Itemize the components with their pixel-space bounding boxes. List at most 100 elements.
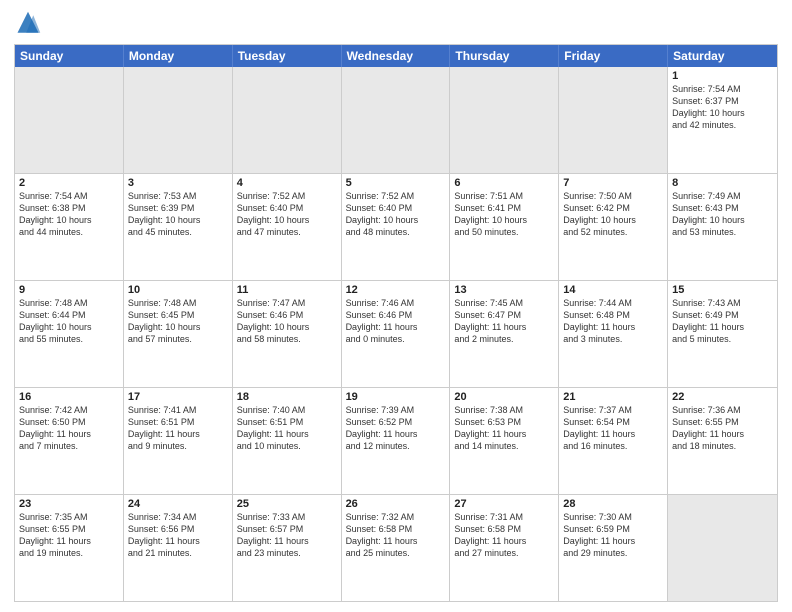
cell-info: Sunrise: 7:32 AM Sunset: 6:58 PM Dayligh… — [346, 511, 446, 560]
calendar-cell — [559, 67, 668, 173]
calendar-row-2: 9Sunrise: 7:48 AM Sunset: 6:44 PM Daylig… — [15, 281, 777, 388]
calendar-cell: 12Sunrise: 7:46 AM Sunset: 6:46 PM Dayli… — [342, 281, 451, 387]
header — [14, 10, 778, 38]
cell-info: Sunrise: 7:46 AM Sunset: 6:46 PM Dayligh… — [346, 297, 446, 346]
calendar-cell: 5Sunrise: 7:52 AM Sunset: 6:40 PM Daylig… — [342, 174, 451, 280]
calendar-cell: 2Sunrise: 7:54 AM Sunset: 6:38 PM Daylig… — [15, 174, 124, 280]
day-number: 24 — [128, 498, 228, 510]
calendar-cell: 28Sunrise: 7:30 AM Sunset: 6:59 PM Dayli… — [559, 495, 668, 601]
day-number: 1 — [672, 70, 773, 82]
cell-info: Sunrise: 7:43 AM Sunset: 6:49 PM Dayligh… — [672, 297, 773, 346]
day-number: 11 — [237, 284, 337, 296]
cell-info: Sunrise: 7:49 AM Sunset: 6:43 PM Dayligh… — [672, 190, 773, 239]
cell-info: Sunrise: 7:54 AM Sunset: 6:38 PM Dayligh… — [19, 190, 119, 239]
cell-info: Sunrise: 7:45 AM Sunset: 6:47 PM Dayligh… — [454, 297, 554, 346]
calendar-header: SundayMondayTuesdayWednesdayThursdayFrid… — [15, 45, 777, 67]
day-number: 9 — [19, 284, 119, 296]
calendar-cell: 20Sunrise: 7:38 AM Sunset: 6:53 PM Dayli… — [450, 388, 559, 494]
day-header-wednesday: Wednesday — [342, 45, 451, 67]
day-number: 26 — [346, 498, 446, 510]
cell-info: Sunrise: 7:53 AM Sunset: 6:39 PM Dayligh… — [128, 190, 228, 239]
cell-info: Sunrise: 7:31 AM Sunset: 6:58 PM Dayligh… — [454, 511, 554, 560]
day-number: 2 — [19, 177, 119, 189]
day-number: 27 — [454, 498, 554, 510]
cell-info: Sunrise: 7:40 AM Sunset: 6:51 PM Dayligh… — [237, 404, 337, 453]
day-header-saturday: Saturday — [668, 45, 777, 67]
day-header-thursday: Thursday — [450, 45, 559, 67]
cell-info: Sunrise: 7:33 AM Sunset: 6:57 PM Dayligh… — [237, 511, 337, 560]
calendar-cell: 16Sunrise: 7:42 AM Sunset: 6:50 PM Dayli… — [15, 388, 124, 494]
calendar-cell: 25Sunrise: 7:33 AM Sunset: 6:57 PM Dayli… — [233, 495, 342, 601]
calendar-cell: 23Sunrise: 7:35 AM Sunset: 6:55 PM Dayli… — [15, 495, 124, 601]
cell-info: Sunrise: 7:47 AM Sunset: 6:46 PM Dayligh… — [237, 297, 337, 346]
cell-info: Sunrise: 7:51 AM Sunset: 6:41 PM Dayligh… — [454, 190, 554, 239]
calendar-cell: 24Sunrise: 7:34 AM Sunset: 6:56 PM Dayli… — [124, 495, 233, 601]
calendar-row-3: 16Sunrise: 7:42 AM Sunset: 6:50 PM Dayli… — [15, 388, 777, 495]
day-number: 12 — [346, 284, 446, 296]
cell-info: Sunrise: 7:30 AM Sunset: 6:59 PM Dayligh… — [563, 511, 663, 560]
day-number: 4 — [237, 177, 337, 189]
day-number: 5 — [346, 177, 446, 189]
cell-info: Sunrise: 7:36 AM Sunset: 6:55 PM Dayligh… — [672, 404, 773, 453]
cell-info: Sunrise: 7:44 AM Sunset: 6:48 PM Dayligh… — [563, 297, 663, 346]
calendar-cell: 9Sunrise: 7:48 AM Sunset: 6:44 PM Daylig… — [15, 281, 124, 387]
cell-info: Sunrise: 7:35 AM Sunset: 6:55 PM Dayligh… — [19, 511, 119, 560]
calendar-cell — [668, 495, 777, 601]
calendar-cell — [233, 67, 342, 173]
day-number: 8 — [672, 177, 773, 189]
calendar-row-1: 2Sunrise: 7:54 AM Sunset: 6:38 PM Daylig… — [15, 174, 777, 281]
day-number: 16 — [19, 391, 119, 403]
calendar-cell: 17Sunrise: 7:41 AM Sunset: 6:51 PM Dayli… — [124, 388, 233, 494]
cell-info: Sunrise: 7:39 AM Sunset: 6:52 PM Dayligh… — [346, 404, 446, 453]
day-header-sunday: Sunday — [15, 45, 124, 67]
day-number: 20 — [454, 391, 554, 403]
calendar-cell: 27Sunrise: 7:31 AM Sunset: 6:58 PM Dayli… — [450, 495, 559, 601]
calendar-cell: 19Sunrise: 7:39 AM Sunset: 6:52 PM Dayli… — [342, 388, 451, 494]
cell-info: Sunrise: 7:54 AM Sunset: 6:37 PM Dayligh… — [672, 83, 773, 132]
calendar-cell: 18Sunrise: 7:40 AM Sunset: 6:51 PM Dayli… — [233, 388, 342, 494]
day-header-friday: Friday — [559, 45, 668, 67]
day-number: 10 — [128, 284, 228, 296]
calendar-cell: 13Sunrise: 7:45 AM Sunset: 6:47 PM Dayli… — [450, 281, 559, 387]
calendar-cell: 14Sunrise: 7:44 AM Sunset: 6:48 PM Dayli… — [559, 281, 668, 387]
calendar-cell: 6Sunrise: 7:51 AM Sunset: 6:41 PM Daylig… — [450, 174, 559, 280]
day-number: 21 — [563, 391, 663, 403]
logo — [14, 10, 46, 38]
day-header-monday: Monday — [124, 45, 233, 67]
day-number: 23 — [19, 498, 119, 510]
day-number: 7 — [563, 177, 663, 189]
day-number: 13 — [454, 284, 554, 296]
cell-info: Sunrise: 7:38 AM Sunset: 6:53 PM Dayligh… — [454, 404, 554, 453]
day-number: 19 — [346, 391, 446, 403]
cell-info: Sunrise: 7:42 AM Sunset: 6:50 PM Dayligh… — [19, 404, 119, 453]
calendar-row-4: 23Sunrise: 7:35 AM Sunset: 6:55 PM Dayli… — [15, 495, 777, 601]
cell-info: Sunrise: 7:52 AM Sunset: 6:40 PM Dayligh… — [237, 190, 337, 239]
cell-info: Sunrise: 7:37 AM Sunset: 6:54 PM Dayligh… — [563, 404, 663, 453]
calendar-cell — [342, 67, 451, 173]
cell-info: Sunrise: 7:50 AM Sunset: 6:42 PM Dayligh… — [563, 190, 663, 239]
calendar-cell: 15Sunrise: 7:43 AM Sunset: 6:49 PM Dayli… — [668, 281, 777, 387]
calendar-cell — [450, 67, 559, 173]
cell-info: Sunrise: 7:41 AM Sunset: 6:51 PM Dayligh… — [128, 404, 228, 453]
calendar-row-0: 1Sunrise: 7:54 AM Sunset: 6:37 PM Daylig… — [15, 67, 777, 174]
day-number: 17 — [128, 391, 228, 403]
day-number: 25 — [237, 498, 337, 510]
calendar-cell — [124, 67, 233, 173]
logo-icon — [14, 10, 42, 38]
cell-info: Sunrise: 7:52 AM Sunset: 6:40 PM Dayligh… — [346, 190, 446, 239]
calendar-cell: 3Sunrise: 7:53 AM Sunset: 6:39 PM Daylig… — [124, 174, 233, 280]
day-number: 15 — [672, 284, 773, 296]
calendar-cell: 26Sunrise: 7:32 AM Sunset: 6:58 PM Dayli… — [342, 495, 451, 601]
cell-info: Sunrise: 7:48 AM Sunset: 6:45 PM Dayligh… — [128, 297, 228, 346]
cell-info: Sunrise: 7:48 AM Sunset: 6:44 PM Dayligh… — [19, 297, 119, 346]
day-number: 3 — [128, 177, 228, 189]
calendar-cell: 11Sunrise: 7:47 AM Sunset: 6:46 PM Dayli… — [233, 281, 342, 387]
calendar-cell — [15, 67, 124, 173]
calendar-cell: 21Sunrise: 7:37 AM Sunset: 6:54 PM Dayli… — [559, 388, 668, 494]
day-number: 14 — [563, 284, 663, 296]
page: SundayMondayTuesdayWednesdayThursdayFrid… — [0, 0, 792, 612]
calendar-cell: 4Sunrise: 7:52 AM Sunset: 6:40 PM Daylig… — [233, 174, 342, 280]
calendar-cell: 7Sunrise: 7:50 AM Sunset: 6:42 PM Daylig… — [559, 174, 668, 280]
calendar-cell: 8Sunrise: 7:49 AM Sunset: 6:43 PM Daylig… — [668, 174, 777, 280]
calendar-cell: 1Sunrise: 7:54 AM Sunset: 6:37 PM Daylig… — [668, 67, 777, 173]
